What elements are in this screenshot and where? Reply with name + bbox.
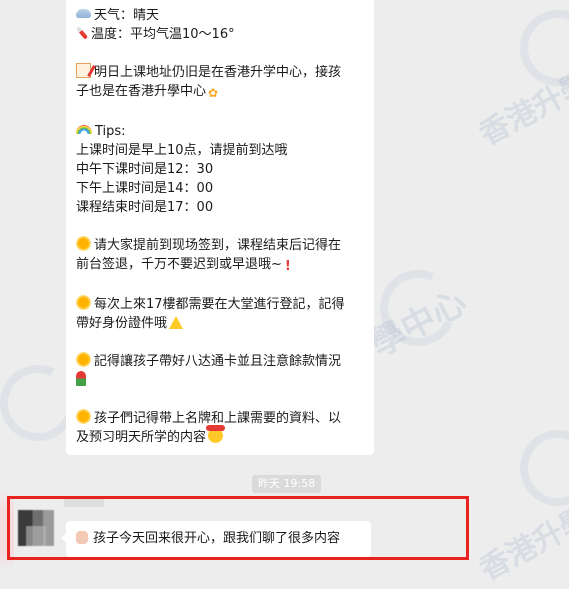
watermark-text: 香港升學中心 [473,472,569,588]
rain-cloud-icon [76,9,91,18]
sunflower-icon: ✿ [208,86,219,100]
sun-icon [76,236,91,251]
temperature-text: 温度：平均气温10～16° [91,27,235,42]
watermark-logo-icon [509,0,569,97]
sun-icon [76,352,91,367]
tips-line: 课程结束时间是17：00 [76,200,214,215]
reply-text: 孩子今天回来很开心，跟我们聊了很多内容 [93,531,341,546]
items-text-1: 孩子們记得带上名牌和上課需要的資料、以 [94,411,342,426]
tips-line: 中午下课时间是12：30 [76,162,214,177]
avatar[interactable] [18,510,54,546]
hand-gesture-icon [76,531,88,544]
graduation-face-icon [206,425,226,443]
praying-hands-icon [169,316,184,329]
register-line: 帶好身份證件哦 [76,314,364,333]
signin-text-2: 前台签退，千万不要迟到或早退哦~ [76,257,282,272]
card-line [76,371,364,390]
temperature-line: 温度：平均气温10～16° [75,25,364,44]
register-line: 每次上來17樓都需要在大堂進行登記，記得 [76,295,364,314]
tips-line: 上课时间是早上10点，请提前到达哦 [76,143,288,158]
card-text-1: 記得讓孩子帶好八达通卡並且注意餘款情況 [94,354,342,369]
signin-text-1: 请大家提前到现场签到，课程结束后记得在 [94,238,342,253]
sun-icon [76,295,91,310]
notice-line: 子也是在香港升學中心 ✿ [76,82,364,103]
items-text-2: 及预习明天所学的内容 [76,430,207,445]
notice-text-2: 子也是在香港升學中心 [76,84,207,99]
reply-message-bubble[interactable]: 孩子今天回来很开心，跟我们聊了很多内容 [61,521,371,557]
decorative-mark [0,490,14,569]
weather-text: 天气：晴天 [94,8,160,23]
watermark-logo-icon [369,259,467,357]
announcement-message-bubble[interactable]: 天气：晴天 温度：平均气温10～16° 明日上课地址仍旧是在香港升学中心，接孩 … [66,0,374,455]
signin-line: 前台签退，千万不要迟到或早退哦~! [76,255,364,276]
card-line: 記得讓孩子帶好八达通卡並且注意餘款情況 [76,352,364,371]
sender-name-redacted [64,499,104,507]
signin-line: 请大家提前到现场签到，课程结束后记得在 [76,236,364,255]
tips-line: 下午上课时间是14：00 [76,181,214,196]
items-line: 及预习明天所学的内容 [76,425,364,447]
weather-line: 天气：晴天 [76,6,364,25]
thermometer-icon [75,26,89,40]
watermark-logo-icon [509,419,569,517]
watermark-text: 香港升學中心 [473,37,569,153]
tips-heading-line: Tips: [76,122,364,141]
notice-line: 明日上课地址仍旧是在香港升学中心，接孩 [76,63,364,82]
tips-heading: Tips: [95,124,126,139]
sun-icon [76,409,91,424]
message-timestamp: 昨天 19:58 [252,475,322,493]
exclamation-icon: ! [284,259,291,274]
memo-icon [76,63,91,78]
rose-icon [76,371,86,386]
notice-text-1: 明日上课地址仍旧是在香港升学中心，接孩 [94,65,342,80]
register-text-2: 帶好身份證件哦 [76,316,168,331]
rainbow-icon [76,125,92,134]
register-text-1: 每次上來17樓都需要在大堂進行登記，記得 [94,297,345,312]
